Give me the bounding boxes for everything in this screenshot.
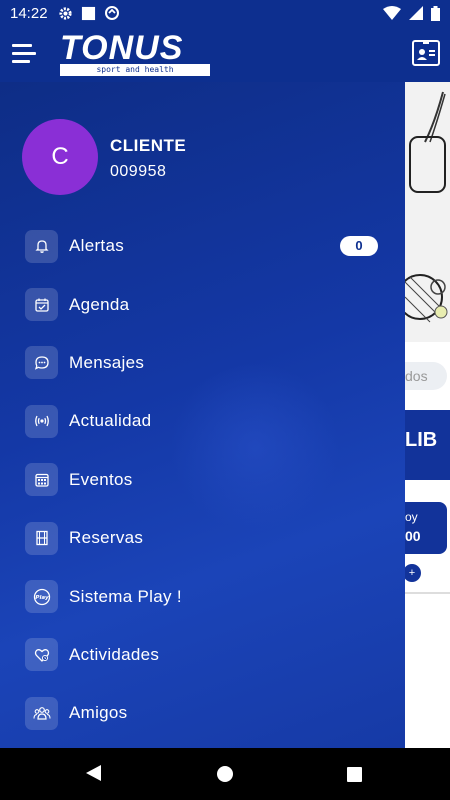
app-bar: TONUS sport and health: [0, 26, 450, 82]
gear-icon: [58, 6, 72, 20]
svg-text:Play: Play: [35, 595, 49, 601]
menu-item-label: Alertas: [69, 236, 125, 256]
banner-image: [405, 82, 450, 342]
status-bar: 14:22: [0, 0, 450, 26]
profile-id: 009958: [110, 163, 167, 180]
wifi-icon: [383, 6, 401, 20]
menu-item-label: Agenda: [69, 294, 130, 314]
menu-item-mensajes[interactable]: Mensajes: [0, 334, 405, 392]
broadcast-icon: [25, 404, 58, 438]
menu-item-label: Mensajes: [69, 352, 145, 372]
heart-icon: [25, 638, 58, 672]
app-logo: TONUS sport and health: [60, 29, 210, 78]
alert-count-badge: 0: [340, 236, 378, 257]
menu-item-eventos[interactable]: Eventos: [0, 451, 405, 509]
cell-signal-icon: [409, 6, 423, 20]
recent-apps-icon[interactable]: [347, 767, 362, 782]
add-icon[interactable]: +: [405, 564, 421, 582]
system-nav-bar: [0, 748, 450, 800]
friends-icon: [25, 696, 58, 730]
menu-item-label: Reservas: [69, 528, 144, 548]
calendar-grid-icon: [25, 463, 58, 497]
hamburger-menu-icon[interactable]: [12, 44, 36, 63]
member-card-icon[interactable]: [412, 40, 440, 66]
menu-item-label: Amigos: [69, 703, 128, 723]
info-card-line2: 00: [405, 528, 421, 544]
menu-item-amigos[interactable]: Amigos: [0, 684, 405, 742]
navigation-drawer: C CLIENTE 009958 Alertas 0 Agenda Mensaj…: [0, 82, 405, 748]
main-content-behind-drawer: dos LIB oy 00 +: [405, 82, 450, 748]
menu-item-label: Actualidad: [69, 411, 152, 431]
menu-item-actividades[interactable]: Actividades: [0, 626, 405, 684]
bell-icon: [25, 229, 58, 263]
data-saver-icon: [104, 6, 119, 20]
drawer-menu: Alertas 0 Agenda Mensajes Actualidad Eve…: [0, 217, 405, 743]
menu-item-label: Actividades: [69, 644, 160, 664]
menu-item-label: Sistema Play !: [69, 586, 182, 606]
menu-item-sistema-play[interactable]: Play Sistema Play !: [0, 567, 405, 625]
menu-item-actualidad[interactable]: Actualidad: [0, 392, 405, 450]
square-notification-icon: [81, 6, 95, 20]
home-icon[interactable]: [217, 766, 233, 782]
menu-item-alertas[interactable]: Alertas 0: [0, 217, 405, 275]
logo-text: TONUS: [60, 29, 184, 67]
chat-bubble-icon: [25, 346, 58, 380]
logo-tagline: sport and health: [60, 64, 210, 76]
back-icon[interactable]: [86, 765, 101, 781]
play-logo-icon: Play: [25, 580, 58, 614]
menu-item-agenda[interactable]: Agenda: [0, 275, 405, 333]
profile-name: CLIENTE: [110, 136, 187, 155]
battery-icon: [431, 5, 440, 21]
info-card[interactable]: oy 00: [405, 502, 447, 554]
avatar[interactable]: C: [22, 119, 98, 195]
filter-chip[interactable]: dos: [405, 362, 447, 390]
status-time: 14:22: [10, 4, 48, 22]
menu-item-label: Eventos: [69, 469, 133, 489]
divider: [405, 592, 450, 594]
info-card-line1: oy: [405, 510, 418, 524]
section-banner: LIB: [405, 410, 450, 480]
court-icon: [25, 521, 58, 555]
menu-item-reservas[interactable]: Reservas: [0, 509, 405, 567]
calendar-check-icon: [25, 288, 58, 322]
